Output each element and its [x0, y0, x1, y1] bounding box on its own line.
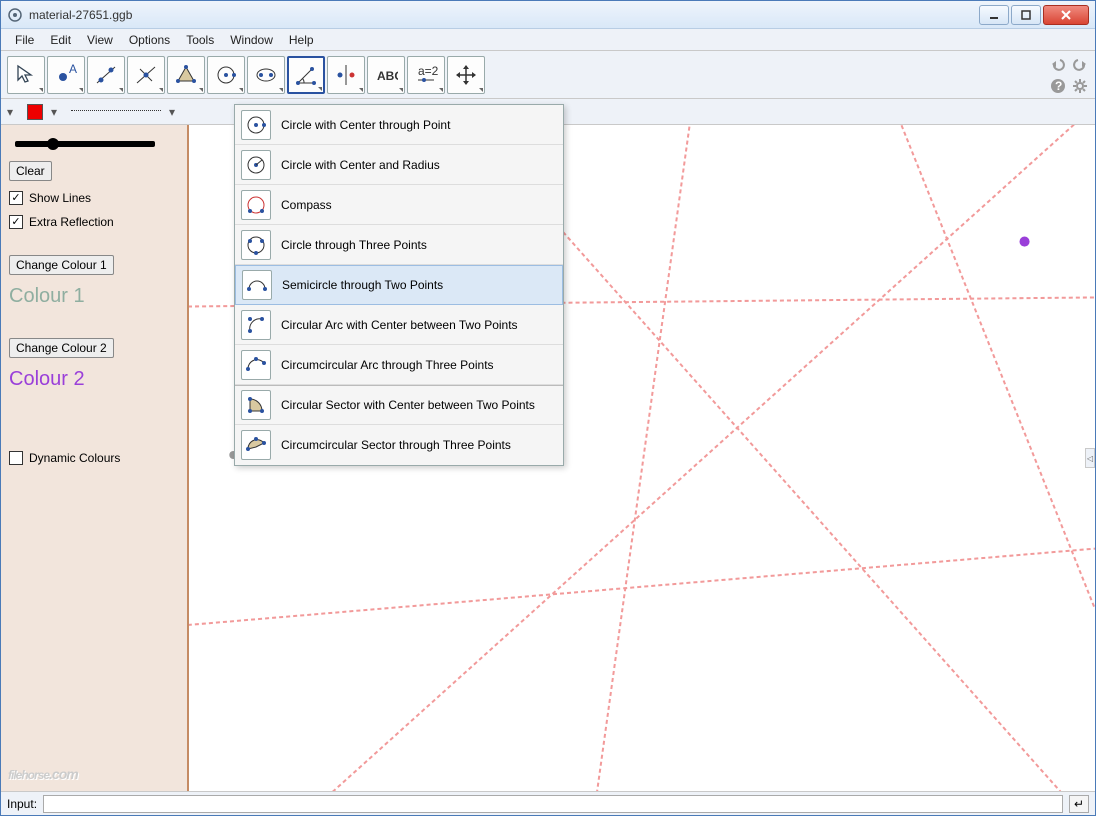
minimize-button[interactable]	[979, 5, 1009, 25]
close-button[interactable]	[1043, 5, 1089, 25]
dropdown-item[interactable]: Circular Arc with Center between Two Poi…	[235, 305, 563, 345]
stylebar-toggle-icon[interactable]: ▾	[7, 105, 19, 119]
tool-perpendicular[interactable]	[127, 56, 165, 94]
slider[interactable]	[15, 141, 155, 147]
line-style-selector[interactable]	[71, 110, 161, 114]
tool-point[interactable]: A	[47, 56, 85, 94]
circle-center-point-icon	[241, 110, 271, 140]
slider-thumb[interactable]	[47, 138, 59, 150]
help-icon[interactable]: ?	[1049, 77, 1067, 95]
menu-file[interactable]: File	[7, 31, 42, 49]
dynamic-colours-checkbox[interactable]: Dynamic Colours	[9, 451, 179, 465]
dropdown-item[interactable]: Circular Sector with Center between Two …	[235, 385, 563, 425]
checkbox-icon	[9, 215, 23, 229]
window-title: material-27651.ggb	[29, 8, 977, 22]
sidebar: Clear Show Lines Extra Reflection Change…	[1, 125, 189, 791]
circle-center-radius-icon	[241, 150, 271, 180]
checkbox-icon	[9, 451, 23, 465]
undo-icon[interactable]	[1049, 55, 1067, 73]
circle-three-points-icon	[241, 230, 271, 260]
menu-help[interactable]: Help	[281, 31, 322, 49]
tool-line[interactable]	[87, 56, 125, 94]
dynamic-colours-label: Dynamic Colours	[29, 451, 120, 465]
menu-window[interactable]: Window	[222, 31, 281, 49]
checkbox-icon	[9, 191, 23, 205]
tool-reflect[interactable]	[327, 56, 365, 94]
color-dropdown-icon[interactable]: ▾	[51, 105, 63, 119]
settings-icon[interactable]	[1071, 77, 1089, 95]
circumcircular-arc-icon	[241, 350, 271, 380]
svg-text:a=2: a=2	[418, 64, 438, 78]
toolbar: A ABC a=2 ?	[1, 51, 1095, 99]
menu-edit[interactable]: Edit	[42, 31, 79, 49]
menubar: File Edit View Options Tools Window Help	[1, 29, 1095, 51]
menu-options[interactable]: Options	[121, 31, 178, 49]
extra-reflection-checkbox[interactable]: Extra Reflection	[9, 215, 179, 229]
show-lines-checkbox[interactable]: Show Lines	[9, 191, 179, 205]
linestyle-dropdown-icon[interactable]: ▾	[169, 105, 181, 119]
circular-arc-icon	[241, 310, 271, 340]
show-lines-label: Show Lines	[29, 191, 91, 205]
dropdown-item[interactable]: Circumcircular Sector through Three Poin…	[235, 425, 563, 465]
svg-text:ABC: ABC	[377, 69, 398, 83]
menu-tools[interactable]: Tools	[178, 31, 222, 49]
toolbar-right: ?	[1049, 55, 1089, 95]
change-colour-2-button[interactable]: Change Colour 2	[9, 338, 114, 358]
tool-move-view[interactable]	[447, 56, 485, 94]
tool-ellipse[interactable]	[247, 56, 285, 94]
circumcircular-sector-icon	[241, 430, 271, 460]
input-field[interactable]	[43, 795, 1063, 813]
tool-move[interactable]	[7, 56, 45, 94]
app-icon	[7, 7, 23, 23]
dropdown-item[interactable]: Circle with Center through Point	[235, 105, 563, 145]
tool-text[interactable]: ABC	[367, 56, 405, 94]
redo-icon[interactable]	[1071, 55, 1089, 73]
titlebar: material-27651.ggb	[1, 1, 1095, 29]
dropdown-item[interactable]: Compass	[235, 185, 563, 225]
svg-text:?: ?	[1055, 79, 1062, 93]
dropdown-item[interactable]: Circle through Three Points	[235, 225, 563, 265]
dropdown-item[interactable]: Circumcircular Arc through Three Points	[235, 345, 563, 385]
tool-polygon[interactable]	[167, 56, 205, 94]
side-handle-icon[interactable]: ◁	[1085, 448, 1095, 468]
circle-tools-dropdown: Circle with Center through Point Circle …	[234, 104, 564, 466]
compass-icon	[241, 190, 271, 220]
circular-sector-icon	[241, 390, 271, 420]
dropdown-item[interactable]: Circle with Center and Radius	[235, 145, 563, 185]
colour-2-label: Colour 2	[9, 368, 179, 391]
maximize-button[interactable]	[1011, 5, 1041, 25]
tool-circle[interactable]	[207, 56, 245, 94]
svg-text:A: A	[69, 63, 77, 76]
watermark: filehorse.com	[8, 754, 78, 786]
change-colour-1-button[interactable]: Change Colour 1	[9, 255, 114, 275]
color-chip[interactable]	[27, 104, 43, 120]
menu-view[interactable]: View	[79, 31, 121, 49]
clear-button[interactable]: Clear	[9, 161, 52, 181]
colour-1-label: Colour 1	[9, 285, 179, 308]
input-label: Input:	[7, 797, 37, 811]
extra-reflection-label: Extra Reflection	[29, 215, 114, 229]
tool-angle[interactable]	[287, 56, 325, 94]
input-submit-icon[interactable]: ↵	[1069, 795, 1089, 813]
dropdown-item[interactable]: Semicircle through Two Points	[235, 265, 563, 305]
tool-slider[interactable]: a=2	[407, 56, 445, 94]
semicircle-icon	[242, 270, 272, 300]
input-bar: Input: ↵	[1, 791, 1095, 815]
